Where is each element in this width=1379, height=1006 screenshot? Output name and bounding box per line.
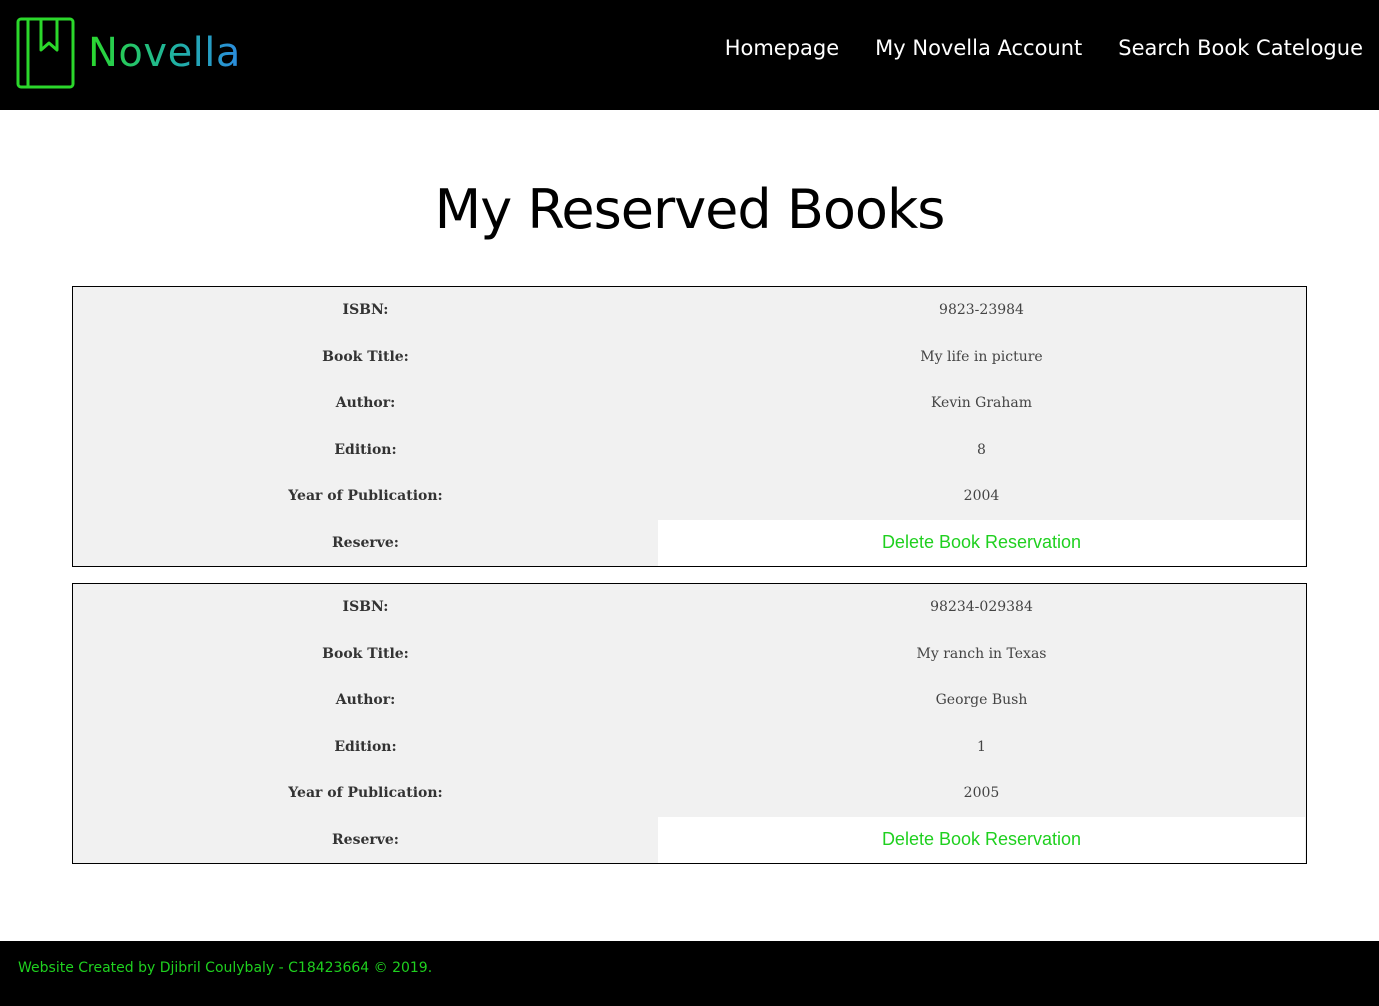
row-year: Year of Publication: 2005 (73, 770, 1306, 817)
title-value: My ranch in Texas (916, 645, 1047, 662)
logo[interactable]: Novella (16, 16, 241, 90)
isbn-label: ISBN: (342, 302, 389, 319)
year-value: 2004 (963, 488, 1000, 505)
reserve-action-cell: Delete Book Reservation (658, 816, 1305, 863)
row-reserve: Reserve: Delete Book Reservation (73, 519, 1306, 566)
author-value: Kevin Graham (930, 395, 1033, 412)
author-value: George Bush (935, 692, 1028, 709)
year-label: Year of Publication: (288, 488, 443, 505)
author-label: Author: (335, 395, 396, 412)
page-title: My Reserved Books (434, 178, 946, 241)
main-nav: Homepage My Novella Account Search Book … (725, 30, 1363, 66)
row-author: Author: Kevin Graham (73, 380, 1306, 427)
reserve-label: Reserve: (332, 534, 399, 551)
reserved-book-card: ISBN: 9823-23984 Book Title: My life in … (72, 286, 1307, 567)
book-bookmark-icon (16, 17, 75, 89)
row-isbn: ISBN: 9823-23984 (73, 287, 1306, 334)
row-edition: Edition: 1 (73, 724, 1306, 771)
title-value: My life in picture (920, 348, 1043, 365)
title-label: Book Title: (322, 645, 409, 662)
delete-reservation-button[interactable]: Delete Book Reservation (882, 829, 1081, 850)
year-label: Year of Publication: (288, 785, 443, 802)
edition-label: Edition: (334, 738, 397, 755)
footer-credit: Website Created by Djibril Coulybaly - C… (18, 960, 433, 976)
nav-my-account[interactable]: My Novella Account (875, 30, 1082, 66)
author-label: Author: (335, 692, 396, 709)
edition-label: Edition: (334, 441, 397, 458)
isbn-label: ISBN: (342, 599, 389, 616)
reserved-book-card: ISBN: 98234-029384 Book Title: My ranch … (72, 583, 1307, 864)
page: Novella Homepage My Novella Account Sear… (0, 0, 1379, 1006)
site-footer: Website Created by Djibril Coulybaly - C… (0, 941, 1379, 1006)
reserve-label: Reserve: (332, 831, 399, 848)
row-reserve: Reserve: Delete Book Reservation (73, 816, 1306, 863)
row-title: Book Title: My life in picture (73, 334, 1306, 381)
logo-text: Novella (88, 16, 241, 90)
year-value: 2005 (963, 785, 1000, 802)
row-year: Year of Publication: 2004 (73, 473, 1306, 520)
row-isbn: ISBN: 98234-029384 (73, 584, 1306, 631)
isbn-value: 98234-029384 (930, 599, 1033, 616)
reserve-action-cell: Delete Book Reservation (658, 519, 1305, 566)
nav-search-catalogue[interactable]: Search Book Catelogue (1118, 30, 1363, 66)
edition-value: 8 (977, 441, 986, 458)
delete-reservation-button[interactable]: Delete Book Reservation (882, 532, 1081, 553)
nav-homepage[interactable]: Homepage (725, 30, 839, 66)
edition-value: 1 (977, 738, 986, 755)
title-label: Book Title: (322, 348, 409, 365)
row-title: Book Title: My ranch in Texas (73, 631, 1306, 678)
row-edition: Edition: 8 (73, 427, 1306, 474)
row-author: Author: George Bush (73, 677, 1306, 724)
isbn-value: 9823-23984 (939, 302, 1024, 319)
site-header: Novella Homepage My Novella Account Sear… (0, 0, 1379, 110)
